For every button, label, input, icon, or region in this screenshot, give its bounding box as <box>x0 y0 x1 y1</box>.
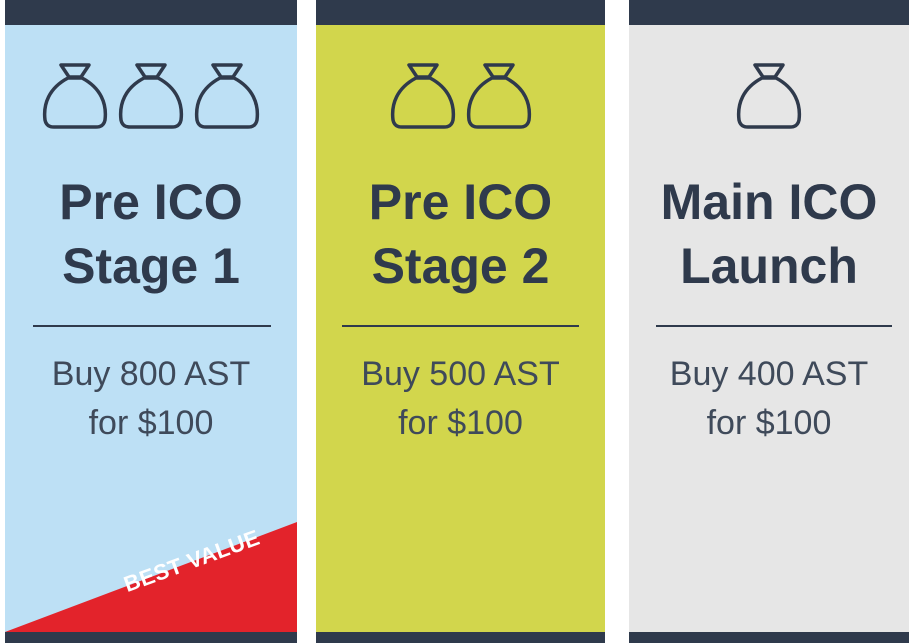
card-bottom-bar <box>629 632 909 643</box>
pricing-card-pre-ico-stage-2: Pre ICO Stage 2 Buy 500 AST for $100 <box>316 0 605 643</box>
card-bottom-bar <box>5 632 297 643</box>
money-bag-icon <box>42 63 108 129</box>
card-top-bar <box>629 0 909 25</box>
card-title: Pre ICO Stage 1 <box>5 170 297 298</box>
pricing-card-pre-ico-stage-1: Pre ICO Stage 1 Buy 800 AST for $100 BES… <box>5 0 297 643</box>
money-bag-icon <box>118 63 184 129</box>
card-price-line-2: for $100 <box>706 404 832 442</box>
bag-icons <box>629 62 909 130</box>
card-title-line-2: Stage 1 <box>62 238 240 294</box>
card-price: Buy 800 AST for $100 <box>5 350 297 448</box>
bag-icons <box>316 62 605 130</box>
card-bottom-bar <box>316 632 605 643</box>
card-title-line-2: Launch <box>680 238 858 294</box>
card-title-line-1: Pre ICO <box>59 174 243 230</box>
card-title: Pre ICO Stage 2 <box>316 170 605 298</box>
card-price-line-2: for $100 <box>88 404 214 442</box>
bag-icons <box>5 62 297 130</box>
money-bag-icon <box>466 63 531 129</box>
money-bag-icon <box>390 63 455 129</box>
card-price: Buy 400 AST for $100 <box>629 350 909 448</box>
card-top-bar <box>5 0 297 25</box>
card-title-line-1: Pre ICO <box>368 174 553 230</box>
card-price-line-1: Buy 500 AST <box>361 355 560 393</box>
card-divider <box>342 325 579 327</box>
card-price-line-1: Buy 800 AST <box>51 355 251 393</box>
card-price-line-2: for $100 <box>398 404 523 442</box>
card-title-line-2: Stage 2 <box>371 238 550 294</box>
card-divider <box>33 325 271 327</box>
pricing-card-main-ico-launch: Main ICO Launch Buy 400 AST for $100 <box>629 0 909 643</box>
card-title-line-1: Main ICO <box>660 174 878 230</box>
card-divider <box>656 325 892 327</box>
card-price: Buy 500 AST for $100 <box>316 350 605 448</box>
money-bag-icon <box>736 63 802 129</box>
card-title: Main ICO Launch <box>629 170 909 298</box>
money-bag-icon <box>194 63 260 129</box>
card-top-bar <box>316 0 605 25</box>
card-price-line-1: Buy 400 AST <box>669 355 869 393</box>
